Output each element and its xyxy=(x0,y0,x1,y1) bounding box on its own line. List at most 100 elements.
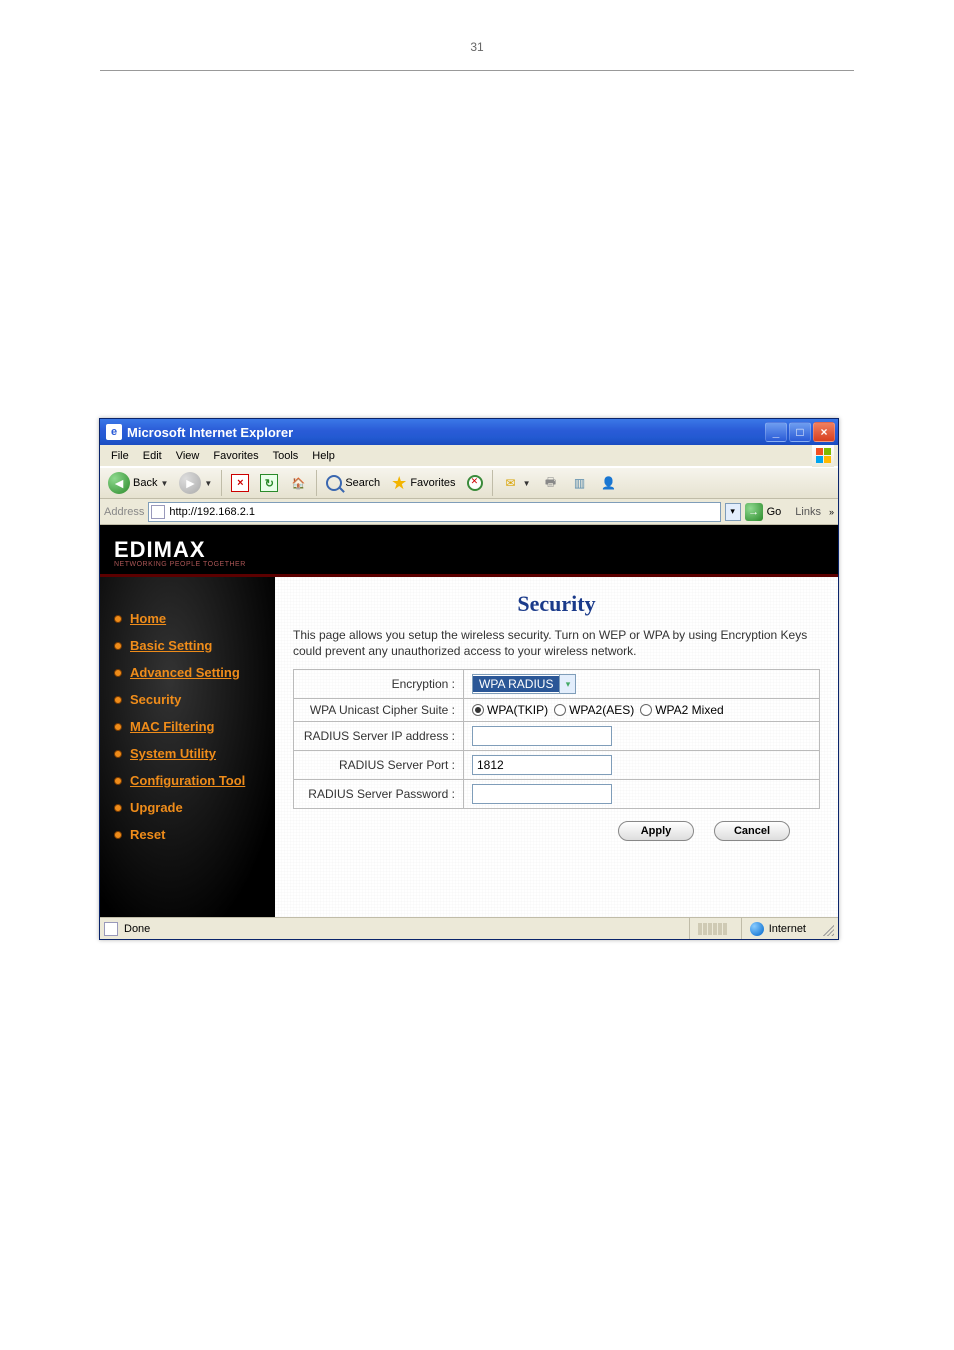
windows-flag-icon xyxy=(812,445,834,467)
cipher-radio-wpa2mixed[interactable]: WPA2 Mixed xyxy=(640,703,723,717)
forward-icon: ► xyxy=(179,472,201,494)
resize-grip[interactable] xyxy=(820,922,834,936)
messenger-button[interactable]: 👤 xyxy=(595,472,621,494)
bullet-icon xyxy=(114,642,122,650)
toolbar-separator xyxy=(316,470,317,496)
sidebar-item-configuration-tool[interactable]: Configuration Tool xyxy=(100,767,275,794)
toolbar: ◄ Back ▼ ► ▼ × ↻ 🏠 Search ★ Favorites ✉▼… xyxy=(100,467,838,499)
radius-port-input[interactable] xyxy=(472,755,612,775)
bullet-icon xyxy=(114,831,122,839)
radio-label: WPA2(AES) xyxy=(569,703,634,717)
edit-button[interactable]: ▥ xyxy=(566,472,592,494)
menu-view[interactable]: View xyxy=(169,449,207,463)
sidebar-item-label: Basic Setting xyxy=(130,638,212,653)
menu-tools[interactable]: Tools xyxy=(266,449,306,463)
radio-icon xyxy=(640,704,652,716)
chevron-down-icon: ▼ xyxy=(160,479,168,488)
sidebar-item-label: MAC Filtering xyxy=(130,719,215,734)
status-bar: Done Internet xyxy=(100,917,838,939)
menu-bar: File Edit View Favorites Tools Help xyxy=(100,445,838,467)
sidebar-item-home[interactable]: Home xyxy=(100,605,275,632)
chevron-down-icon: ▼ xyxy=(204,479,212,488)
sidebar-item-security[interactable]: Security xyxy=(100,686,275,713)
stop-button[interactable]: × xyxy=(227,472,253,494)
settings-table: Encryption : WPA RADIUS ▾ WPA Unicast Ci… xyxy=(293,669,820,809)
links-chevron-icon[interactable]: » xyxy=(829,507,834,517)
bullet-icon xyxy=(114,777,122,785)
back-label: Back xyxy=(133,477,157,489)
window-titlebar: e Microsoft Internet Explorer _ □ × xyxy=(100,419,838,445)
radius-ip-input[interactable] xyxy=(472,726,612,746)
go-label: Go xyxy=(767,506,782,518)
home-button[interactable]: 🏠 xyxy=(285,472,311,494)
bullet-icon xyxy=(114,804,122,812)
status-pane-progress xyxy=(689,918,735,939)
sidebar-item-label: System Utility xyxy=(130,746,216,761)
maximize-button[interactable]: □ xyxy=(789,422,811,442)
messenger-icon: 👤 xyxy=(599,474,617,492)
menu-help[interactable]: Help xyxy=(305,449,342,463)
url-text: http://192.168.2.1 xyxy=(169,506,255,518)
mail-icon: ✉ xyxy=(502,474,520,492)
apply-button[interactable]: Apply xyxy=(618,821,694,841)
cipher-label: WPA Unicast Cipher Suite : xyxy=(294,699,464,722)
radio-icon xyxy=(472,704,484,716)
edit-icon: ▥ xyxy=(570,474,588,492)
refresh-button[interactable]: ↻ xyxy=(256,472,282,494)
sidebar-item-advanced-setting[interactable]: Advanced Setting xyxy=(100,659,275,686)
home-icon: 🏠 xyxy=(289,474,307,492)
cipher-radio-wpa2aes[interactable]: WPA2(AES) xyxy=(554,703,634,717)
refresh-icon: ↻ xyxy=(260,474,278,492)
radio-label: WPA(TKIP) xyxy=(487,703,548,717)
sidebar-item-reset[interactable]: Reset xyxy=(100,821,275,848)
brand-tagline: NETWORKING PEOPLE TOGETHER xyxy=(114,561,246,568)
menu-file[interactable]: File xyxy=(104,449,136,463)
stop-icon: × xyxy=(231,474,249,492)
links-label[interactable]: Links xyxy=(795,506,825,518)
star-icon: ★ xyxy=(391,473,407,494)
zone-label: Internet xyxy=(769,923,806,935)
page-icon xyxy=(151,505,165,519)
status-text: Done xyxy=(124,923,150,935)
address-label: Address xyxy=(104,506,144,518)
search-button[interactable]: Search xyxy=(322,473,384,493)
sidebar-item-upgrade[interactable]: Upgrade xyxy=(100,794,275,821)
page-icon xyxy=(104,922,118,936)
brand-logo: EDIMAX xyxy=(114,539,246,561)
go-button[interactable]: → xyxy=(745,503,763,521)
radius-password-label: RADIUS Server Password : xyxy=(294,780,464,809)
forward-button[interactable]: ► ▼ xyxy=(175,470,216,496)
chevron-down-icon: ▾ xyxy=(559,675,575,693)
address-dropdown-button[interactable]: ▾ xyxy=(725,503,741,521)
status-pane-zone: Internet xyxy=(741,918,814,939)
sidebar-item-basic-setting[interactable]: Basic Setting xyxy=(100,632,275,659)
minimize-button[interactable]: _ xyxy=(765,422,787,442)
close-button[interactable]: × xyxy=(813,422,835,442)
sidebar-item-label: Advanced Setting xyxy=(130,665,240,680)
address-input[interactable]: http://192.168.2.1 xyxy=(148,502,720,522)
history-icon xyxy=(467,475,483,491)
search-icon xyxy=(326,475,342,491)
print-button[interactable]: 🖶 xyxy=(537,472,563,494)
bullet-icon xyxy=(114,723,122,731)
sidebar-item-label: Home xyxy=(130,611,166,626)
sidebar-item-mac-filtering[interactable]: MAC Filtering xyxy=(100,713,275,740)
print-icon: 🖶 xyxy=(541,474,559,492)
globe-icon xyxy=(750,922,764,936)
sidebar-item-system-utility[interactable]: System Utility xyxy=(100,740,275,767)
encryption-select[interactable]: WPA RADIUS ▾ xyxy=(472,674,576,694)
menu-edit[interactable]: Edit xyxy=(136,449,169,463)
mail-button[interactable]: ✉▼ xyxy=(498,472,535,494)
address-bar: Address http://192.168.2.1 ▾ → Go Links … xyxy=(100,499,838,525)
favorites-button[interactable]: ★ Favorites xyxy=(387,471,459,496)
menu-favorites[interactable]: Favorites xyxy=(206,449,265,463)
bullet-icon xyxy=(114,750,122,758)
cipher-radio-wpatkip[interactable]: WPA(TKIP) xyxy=(472,703,548,717)
sidebar-item-label: Upgrade xyxy=(130,800,183,815)
cancel-button[interactable]: Cancel xyxy=(714,821,790,841)
history-button[interactable] xyxy=(463,473,487,493)
back-button[interactable]: ◄ Back ▼ xyxy=(104,470,172,496)
radio-icon xyxy=(554,704,566,716)
sidebar-item-label: Security xyxy=(130,692,181,707)
radius-password-input[interactable] xyxy=(472,784,612,804)
